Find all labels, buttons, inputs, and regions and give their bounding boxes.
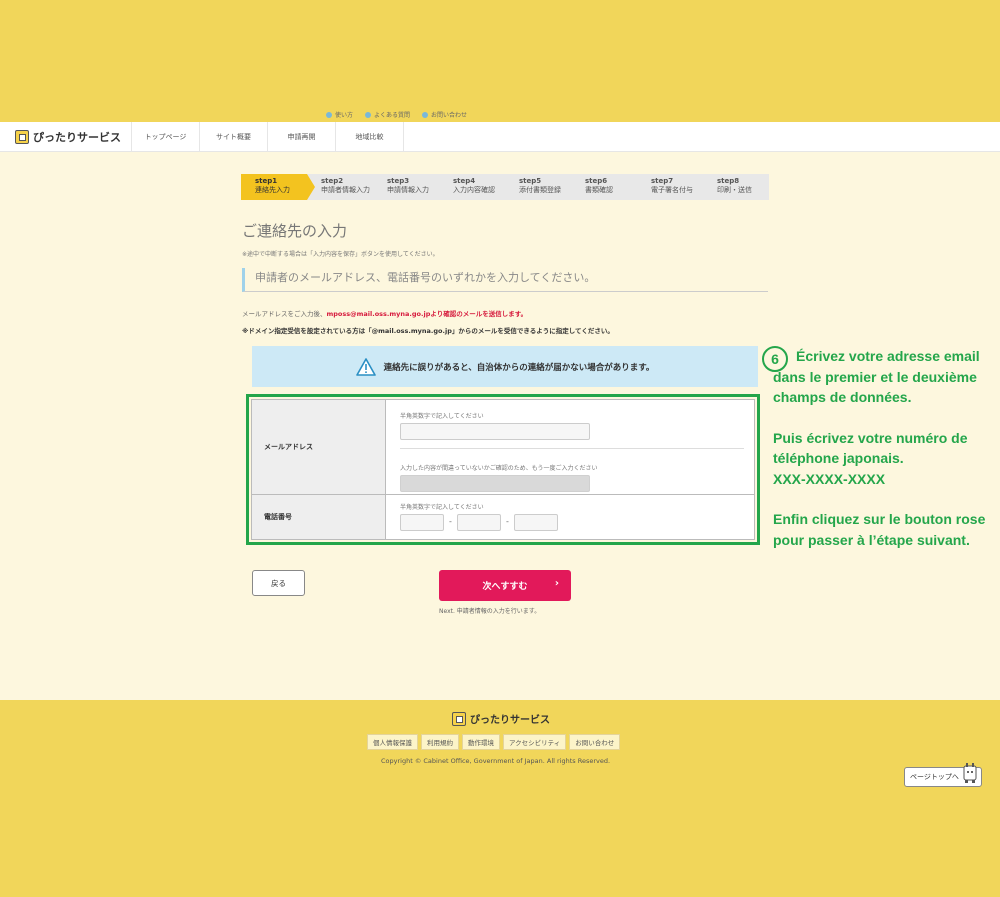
footer-link-environment[interactable]: 動作環境	[462, 734, 500, 750]
nav-resume[interactable]: 申請再開	[268, 122, 336, 151]
email-input[interactable]	[400, 423, 590, 440]
footer-logo-text: ぴったりサービス	[470, 715, 550, 726]
footer-link-privacy[interactable]: 個人情報保護	[367, 734, 418, 750]
tel-input-3[interactable]	[514, 514, 558, 531]
divider	[400, 448, 744, 449]
domain-note: ※ドメイン指定受信を設定されている方は「@mail.oss.myna.go.jp…	[242, 327, 614, 335]
site-header: ぴったりサービス トップページ サイト概要 申請再開 地域比較	[0, 122, 1000, 152]
bullet-icon	[326, 111, 332, 118]
email-label: メールアドレス	[252, 400, 386, 494]
instruction-para-3: Enfin cliquez sur le bouton rose pour pa…	[773, 511, 986, 548]
footer-link-accessibility[interactable]: アクセシビリティ	[503, 734, 567, 750]
bullet-icon	[365, 111, 372, 118]
step-8: step8 印刷・送信	[703, 174, 769, 200]
phone-format: XXX-XXXX-XXXX	[773, 470, 886, 487]
warning-icon	[355, 357, 376, 376]
step-2: step2 申請者情報入力	[307, 174, 373, 200]
page-top-label: ページトップへ	[910, 773, 959, 781]
email-confirm-hint: 入力した内容が間違っていないかご確認のため、もう一度ご入力ください	[400, 465, 598, 472]
utility-link-howto[interactable]: 使い方	[326, 110, 353, 119]
save-note: ※途中で中断する場合は「入力内容を保存」ボタンを使用してください。	[242, 251, 439, 258]
step-3: step3 申請情報入力	[373, 174, 439, 200]
warning-banner: 連絡先に誤りがあると、自治体からの連絡が届かない場合があります。	[252, 346, 758, 387]
email-confirm-input[interactable]	[400, 475, 590, 492]
site-footer: ぴったりサービス 個人情報保護 利用規約 動作環境 アクセシビリティ お問い合わ…	[0, 700, 1000, 897]
next-button[interactable]: 次へすすむ ›	[439, 570, 571, 601]
highlighted-form: メールアドレス 半角英数字で記入してください 入力した内容が間違っていないかご確…	[246, 394, 760, 545]
tel-input-1[interactable]	[400, 514, 444, 531]
step-progress: step1 連絡先入力 step2 申請者情報入力 step3 申請情報入力 step…	[241, 174, 769, 200]
email-row: メールアドレス 半角英数字で記入してください 入力した内容が間違っていないかご確…	[252, 400, 754, 495]
utility-links: 使い方 よくある質問 お問い合わせ	[326, 110, 467, 119]
utility-link-faq[interactable]: よくある質問	[365, 110, 410, 119]
step-4: step4 入力内容確認	[439, 174, 505, 200]
contact-form-table: メールアドレス 半角英数字で記入してください 入力した内容が間違っていないかご確…	[251, 399, 755, 540]
logo-icon	[15, 129, 29, 144]
site-logo[interactable]: ぴったりサービス	[0, 122, 132, 151]
step-6: step6 書類確認	[571, 174, 637, 200]
footer-link-terms[interactable]: 利用規約	[421, 734, 459, 750]
nav-about[interactable]: サイト概要	[200, 122, 268, 151]
warning-text: 連絡先に誤りがあると、自治体からの連絡が届かない場合があります。	[383, 362, 655, 373]
next-note: Next. 申請者情報の入力を行います。	[439, 608, 541, 615]
section-subheading: 申請者のメールアドレス、電話番号のいずれかを入力してください。	[242, 268, 768, 292]
utility-link-contact[interactable]: お問い合わせ	[422, 110, 467, 119]
instruction-para-2: Puis écrivez votre numéro de téléphone j…	[773, 429, 968, 467]
mascot-icon	[963, 763, 977, 783]
logo-text: ぴったりサービス	[33, 130, 121, 144]
copyright: Copyright © Cabinet Office, Government o…	[381, 757, 611, 765]
nav-top[interactable]: トップページ	[132, 122, 200, 151]
footer-link-contact[interactable]: お問い合わせ	[569, 734, 621, 750]
step-number-badge: 6	[762, 346, 788, 372]
logo-icon	[452, 711, 466, 726]
next-button-label: 次へすすむ	[482, 582, 528, 592]
bullet-icon	[422, 111, 429, 118]
instruction-annotation: 6 Écrivez votre adresse email dans le pr…	[762, 346, 994, 550]
back-button[interactable]: 戻る	[252, 570, 305, 596]
page-top-button[interactable]: ページトップへ	[904, 763, 982, 787]
step-5: step5 添付書類登録	[505, 174, 571, 200]
tel-label: 電話番号	[252, 495, 386, 539]
tel-row: 電話番号 半角英数字で記入してください - -	[252, 495, 754, 539]
tel-separator: -	[506, 517, 509, 526]
tel-separator: -	[449, 517, 452, 526]
footer-logo[interactable]: ぴったりサービス	[452, 711, 550, 726]
step-7: step7 電子署名付与	[637, 174, 703, 200]
page-title: ご連絡先の入力	[242, 222, 348, 240]
tel-input-2[interactable]	[457, 514, 501, 531]
step-1: step1 連絡先入力	[241, 174, 315, 200]
instruction-para-1: Écrivez votre adresse email dans le prem…	[773, 348, 980, 405]
footer-links: 個人情報保護 利用規約 動作環境 アクセシビリティ お問い合わせ	[367, 734, 621, 750]
chevron-right-icon: ›	[554, 578, 559, 589]
mail-note: メールアドレスをご入力後、mposs@mail.oss.myna.go.jpより…	[242, 310, 528, 318]
main-nav: トップページ サイト概要 申請再開 地域比較	[132, 122, 404, 151]
email-hint: 半角英数字で記入してください	[400, 413, 484, 420]
nav-compare[interactable]: 地域比較	[336, 122, 404, 151]
tel-hint: 半角英数字で記入してください	[400, 504, 484, 511]
